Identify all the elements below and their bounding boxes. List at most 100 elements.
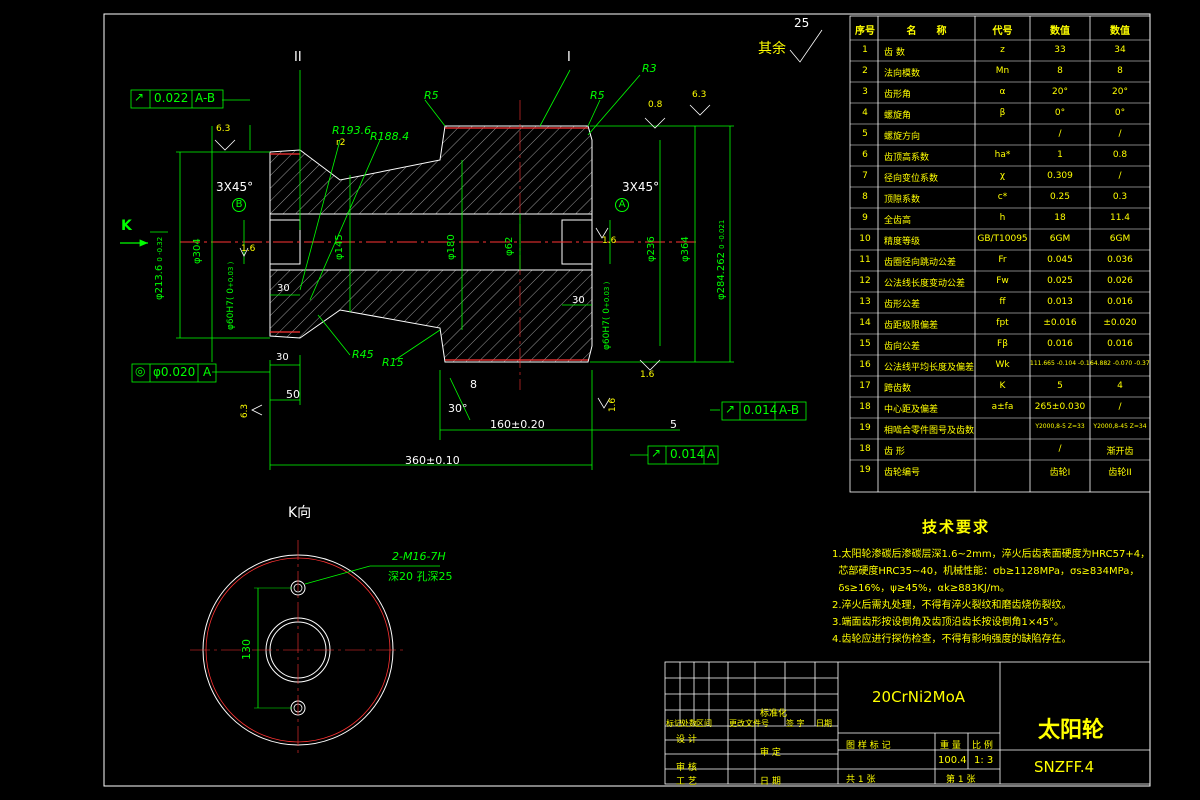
- note-line: 1.太阳轮渗碳后渗碳层深1.6~2mm，淬火后齿表面硬度为HRC57+4，: [832, 549, 1151, 560]
- dim-left-od: φ213.6: [154, 264, 165, 300]
- table-cell: β: [999, 108, 1006, 118]
- table-cell: 齿形公差: [884, 300, 921, 310]
- roughness-main-value: 25: [794, 16, 810, 30]
- table-cell: 0.045: [1047, 255, 1073, 265]
- bore-right: φ60H7( 0: [602, 308, 612, 350]
- table-cell: 齿向公差: [884, 342, 921, 352]
- table-cell: 3: [862, 87, 868, 97]
- table-cell: 0.025: [1047, 276, 1073, 286]
- table-cell: 13: [859, 297, 871, 307]
- table-cell: c*: [997, 192, 1008, 202]
- table-cell: ±0.020: [1103, 318, 1137, 328]
- table-cell: 16: [859, 360, 871, 370]
- roughness-value: 0.8: [648, 100, 663, 110]
- scale-value: 1: 3: [974, 755, 994, 766]
- fcf-left-value: φ0.020: [153, 365, 196, 379]
- dim-30-b: 30: [572, 295, 585, 306]
- table-row: 9 全齿高 h 18 11.4: [850, 208, 1150, 229]
- table-cell: 17: [859, 381, 871, 391]
- rev-header: 处数: [681, 719, 697, 728]
- roughness-value: 1.6: [640, 370, 655, 380]
- total-sheets: 共 1 张: [846, 775, 876, 785]
- dim-236: φ236: [646, 236, 657, 262]
- table-cell: 7: [862, 171, 868, 181]
- table-cell: Wk: [995, 360, 1010, 370]
- dim-304: φ304: [192, 238, 203, 264]
- rev-header: 区间: [696, 719, 712, 728]
- datum-label: A: [615, 198, 629, 212]
- table-row: 19 相啮合零件图号及齿数 Y2000,8-5 Z=33 Y2000,8-45 Z=3…: [850, 418, 1150, 439]
- table-cell: 10: [859, 234, 871, 244]
- table-cell: /: [1118, 402, 1122, 412]
- radius-R15: R15: [382, 356, 404, 369]
- table-cell: 64.882 -0.070 -0.378: [1090, 360, 1150, 367]
- table-cell: 0.309: [1047, 171, 1073, 181]
- table-row: 18 中心距及偏差 a±fa 265±0.030 /: [850, 397, 1150, 418]
- chamfer-left: 3X45°: [216, 180, 254, 194]
- radius-R188: R188.4: [370, 130, 410, 143]
- table-cell: 18: [859, 444, 871, 454]
- fcf-right-symbol: ↗: [725, 402, 736, 416]
- rev-header: 日期: [816, 719, 832, 728]
- table-cell: /: [1058, 444, 1062, 454]
- dim-right-od: φ284.262: [716, 252, 727, 300]
- table-cell: 0.8: [1112, 150, 1128, 160]
- fcf-bottom-datum: A: [707, 447, 716, 461]
- drawing-number: SNZFF.4: [1034, 758, 1095, 776]
- table-header-cell: 数值: [1110, 26, 1130, 37]
- table-row: 12 公法线长度变动公差 Fw 0.025 0.026: [850, 271, 1150, 292]
- table-cell: 渐开齿: [1106, 447, 1134, 457]
- table-cell: 公法线长度变动公差: [884, 279, 966, 289]
- dim-145: φ145: [334, 234, 345, 260]
- date-label: 日 期: [760, 777, 781, 787]
- roughness-value: 1.6: [608, 397, 619, 413]
- table-cell: 螺旋角: [884, 111, 912, 121]
- table-cell: χ: [999, 171, 1006, 181]
- table-cell: 中心距及偏差: [884, 405, 939, 415]
- table-cell: 0.026: [1107, 276, 1133, 286]
- table-cell: 5: [1057, 381, 1063, 391]
- table-cell: 14: [859, 318, 871, 328]
- table-cell: 11.4: [1109, 213, 1131, 223]
- table-header-cell: 名 称: [906, 26, 947, 37]
- table-cell: 4: [1117, 381, 1123, 391]
- table-cell: 齿轮编号: [884, 468, 921, 478]
- roughness-value: 6.3: [692, 90, 707, 100]
- table-cell: 0.016: [1107, 297, 1133, 307]
- dim-30-c: 30: [276, 352, 289, 363]
- table-cell: 20°: [1112, 87, 1128, 97]
- roughness-value: 1.6: [241, 244, 256, 254]
- table-cell: Fw: [996, 276, 1009, 286]
- table-cell: 111.665 -0.104 -0.162: [1030, 360, 1090, 367]
- notes-title: 技术要求: [922, 518, 991, 536]
- table-cell: K: [999, 381, 1006, 391]
- table-cell: 9: [862, 213, 868, 223]
- table-header: 序号 名 称 代号 数值 数值: [850, 16, 1150, 40]
- table-row: 4 螺旋角 β 0° 0°: [850, 103, 1150, 124]
- note-line: 4.齿轮应进行探伤检查，不得有影响强度的缺陷存在。: [832, 634, 1072, 645]
- table-cell: 齿圈径向跳动公差: [884, 258, 957, 268]
- table-row: 14 齿距极限偏差 fpt ±0.016 ±0.020: [850, 313, 1150, 334]
- sheet-number: 第 1 张: [946, 775, 976, 785]
- dim-50: 50: [286, 388, 300, 401]
- chamfer-right: 3X45°: [622, 180, 660, 194]
- table-cell: 径向变位系数: [884, 174, 939, 184]
- table-cell: 0.016: [1047, 339, 1073, 349]
- table-cell: 33: [1054, 45, 1066, 55]
- table-cell: 6: [862, 150, 868, 160]
- approve-label: 审 定: [760, 748, 781, 758]
- view-arrow-label: K: [121, 218, 132, 234]
- note-line: 2.淬火后需丸处理，不得有淬火裂纹和磨齿烧伤裂纹。: [832, 600, 1072, 611]
- table-cell: 齿 数: [884, 48, 905, 58]
- table-row: 8 顶隙系数 c* 0.25 0.3: [850, 187, 1150, 208]
- table-cell: 跨齿数: [884, 384, 912, 394]
- bore-left-tol: +0.03 ): [227, 261, 235, 289]
- dim-360: 360±0.10: [405, 454, 460, 467]
- bore-right-tol: +0.03 ): [603, 281, 611, 309]
- fcf-left-symbol: ◎: [135, 364, 146, 378]
- datum-label: B: [232, 198, 246, 212]
- part-name: 太阳轮: [1038, 718, 1105, 743]
- radius-R5-left: R5: [424, 89, 439, 102]
- table-row: 16 公法线平均长度及偏差 Wk 111.665 -0.104 -0.16264.88…: [850, 355, 1150, 376]
- material-label: 20CrNi2MoA: [872, 688, 966, 706]
